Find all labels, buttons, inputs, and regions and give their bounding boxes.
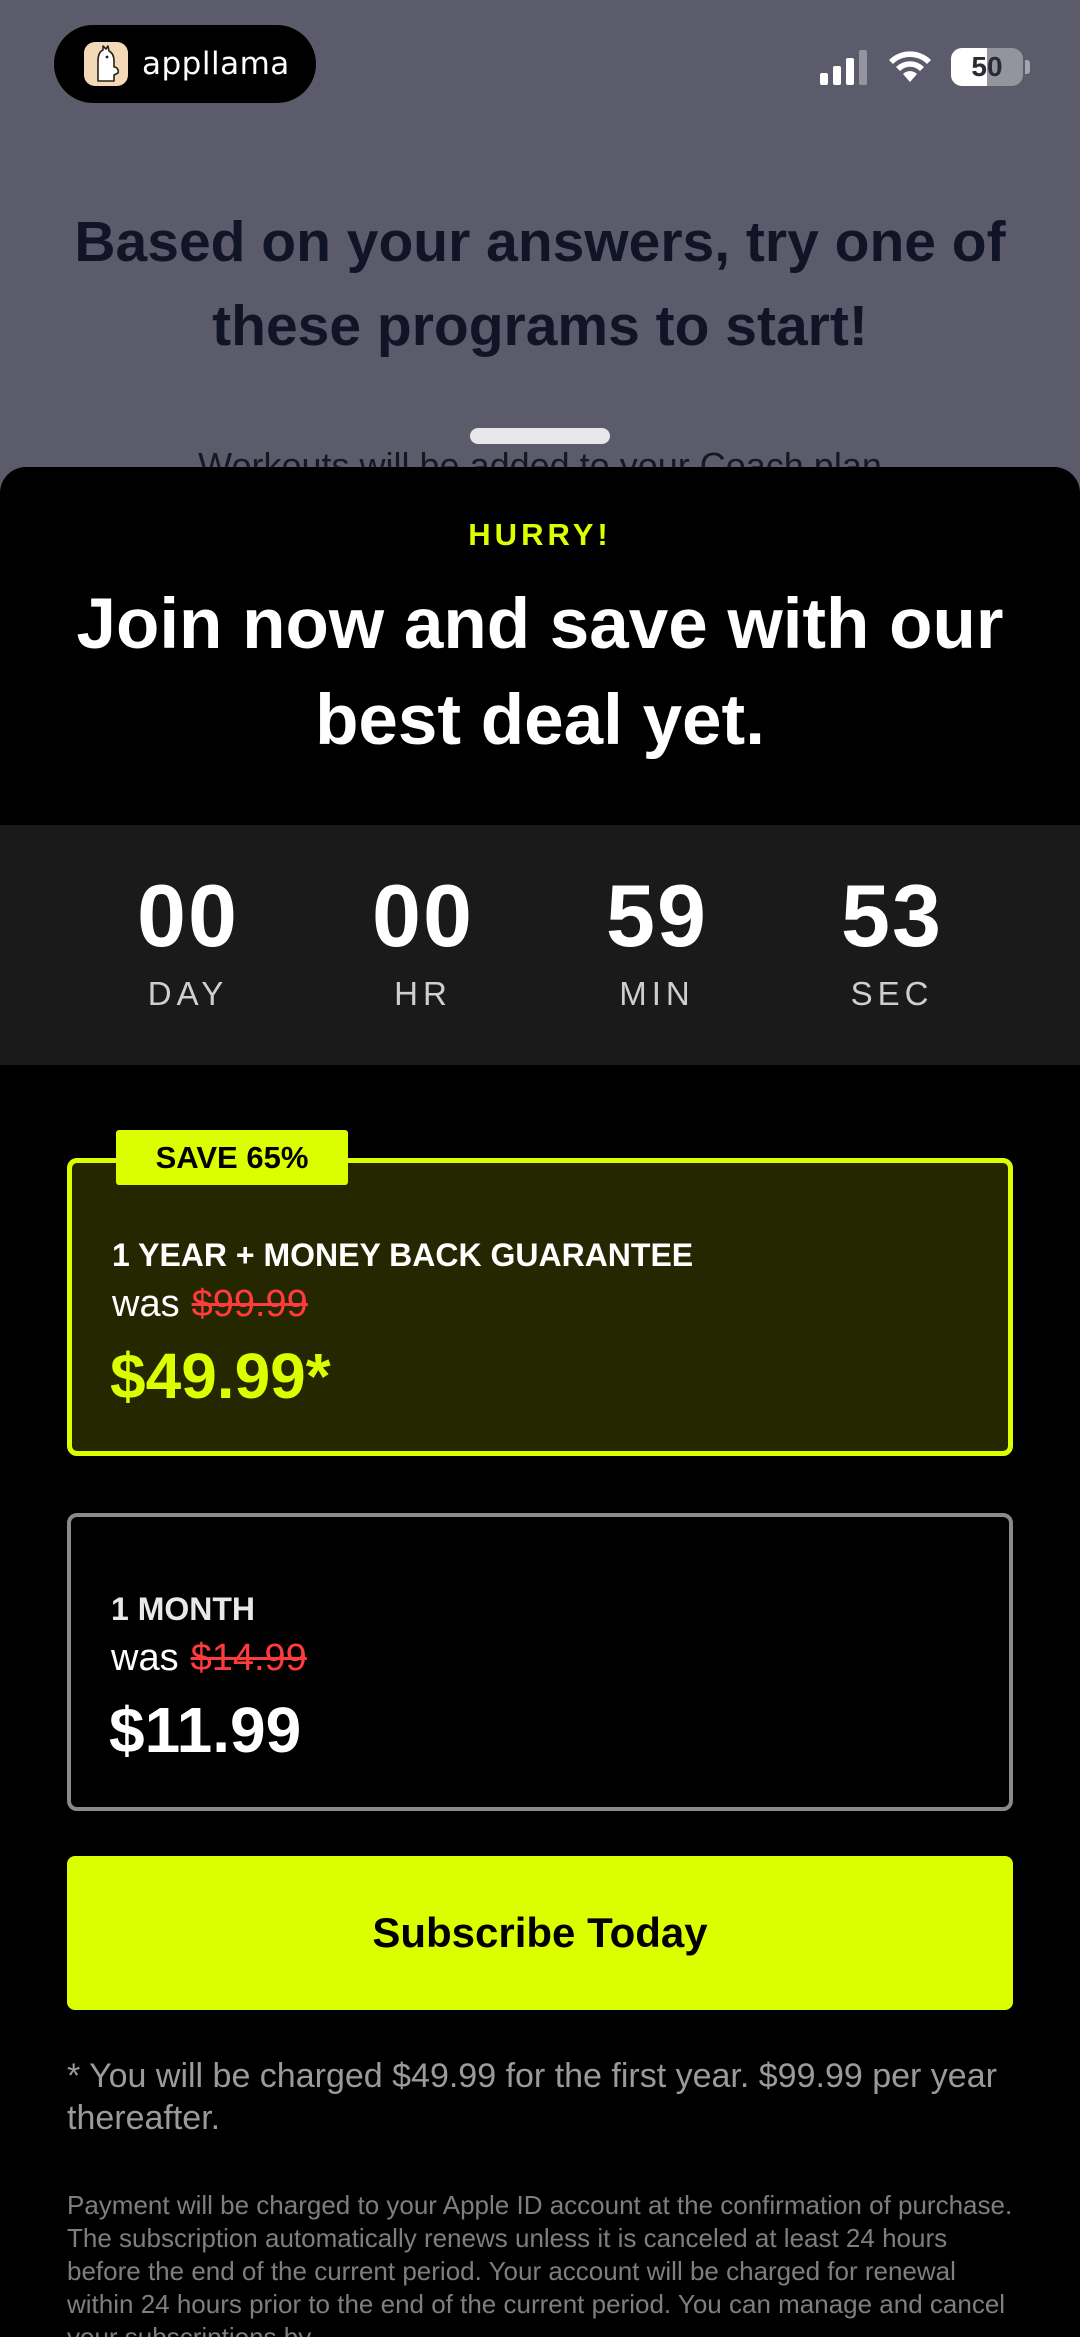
timer-seconds-label: SEC — [850, 975, 934, 1012]
page-headline: Based on your answers, try one of these … — [74, 210, 1006, 358]
legal-text: Payment will be charged to your Apple ID… — [67, 2190, 1013, 2337]
timer-minutes-label: MIN — [619, 975, 695, 1012]
timer-days: 00 DAY — [88, 825, 288, 1065]
timer-hours-value: 00 — [372, 866, 474, 965]
timer-minutes: 59 MIN — [557, 825, 757, 1065]
offer-sheet: HURRY! Join now and save with our best d… — [0, 467, 1080, 2337]
offer-eyebrow: HURRY! — [468, 517, 612, 552]
was-label: was — [112, 1283, 180, 1325]
timer-seconds: 53 SEC — [792, 825, 992, 1065]
timer-days-label: DAY — [147, 975, 229, 1012]
save-badge: SAVE 65% — [116, 1130, 348, 1185]
plan-price: $49.99* — [110, 1340, 331, 1412]
plan-was-line: was $14.99 — [111, 1637, 307, 1680]
offer-title: Join now and save with our best deal yet… — [76, 585, 1004, 760]
plan-option-monthly[interactable]: 1 MONTH was $14.99 $11.99 — [67, 1513, 1013, 1811]
battery-tip — [1025, 60, 1030, 74]
app-indicator-pill[interactable]: appllama — [54, 25, 316, 103]
plan-was-line: was $99.99 — [112, 1283, 308, 1326]
background-screen: appllama 50 Based on your answers, try o… — [0, 0, 1080, 520]
llama-logo-icon — [84, 42, 128, 86]
subscribe-button[interactable]: Subscribe Today — [67, 1856, 1013, 2010]
status-bar: 50 — [820, 48, 1030, 86]
wifi-icon — [889, 51, 931, 82]
cellular-signal-icon — [820, 49, 867, 85]
plan-name: 1 YEAR + MONEY BACK GUARANTEE — [112, 1237, 694, 1273]
was-label: was — [111, 1637, 179, 1679]
plan-option-yearly[interactable]: SAVE 65% 1 YEAR + MONEY BACK GUARANTEE w… — [67, 1130, 1013, 1456]
app-name: appllama — [142, 46, 290, 82]
sheet-drag-handle[interactable] — [470, 428, 610, 444]
timer-days-value: 00 — [137, 866, 239, 965]
countdown-timer: 00 DAY 00 HR 59 MIN 53 SEC — [0, 825, 1080, 1065]
timer-minutes-value: 59 — [606, 866, 708, 965]
plan-name: 1 MONTH — [111, 1591, 255, 1627]
timer-hours: 00 HR — [323, 825, 523, 1065]
timer-seconds-value: 53 — [841, 866, 943, 965]
timer-hours-label: HR — [394, 975, 452, 1012]
battery-percent: 50 — [971, 51, 1003, 82]
old-price: $14.99 — [190, 1637, 307, 1679]
plan-price: $11.99 — [109, 1694, 302, 1766]
battery-icon: 50 — [951, 48, 1023, 86]
old-price: $99.99 — [191, 1283, 308, 1325]
charge-disclaimer: * You will be charged $49.99 for the fir… — [67, 2057, 997, 2137]
